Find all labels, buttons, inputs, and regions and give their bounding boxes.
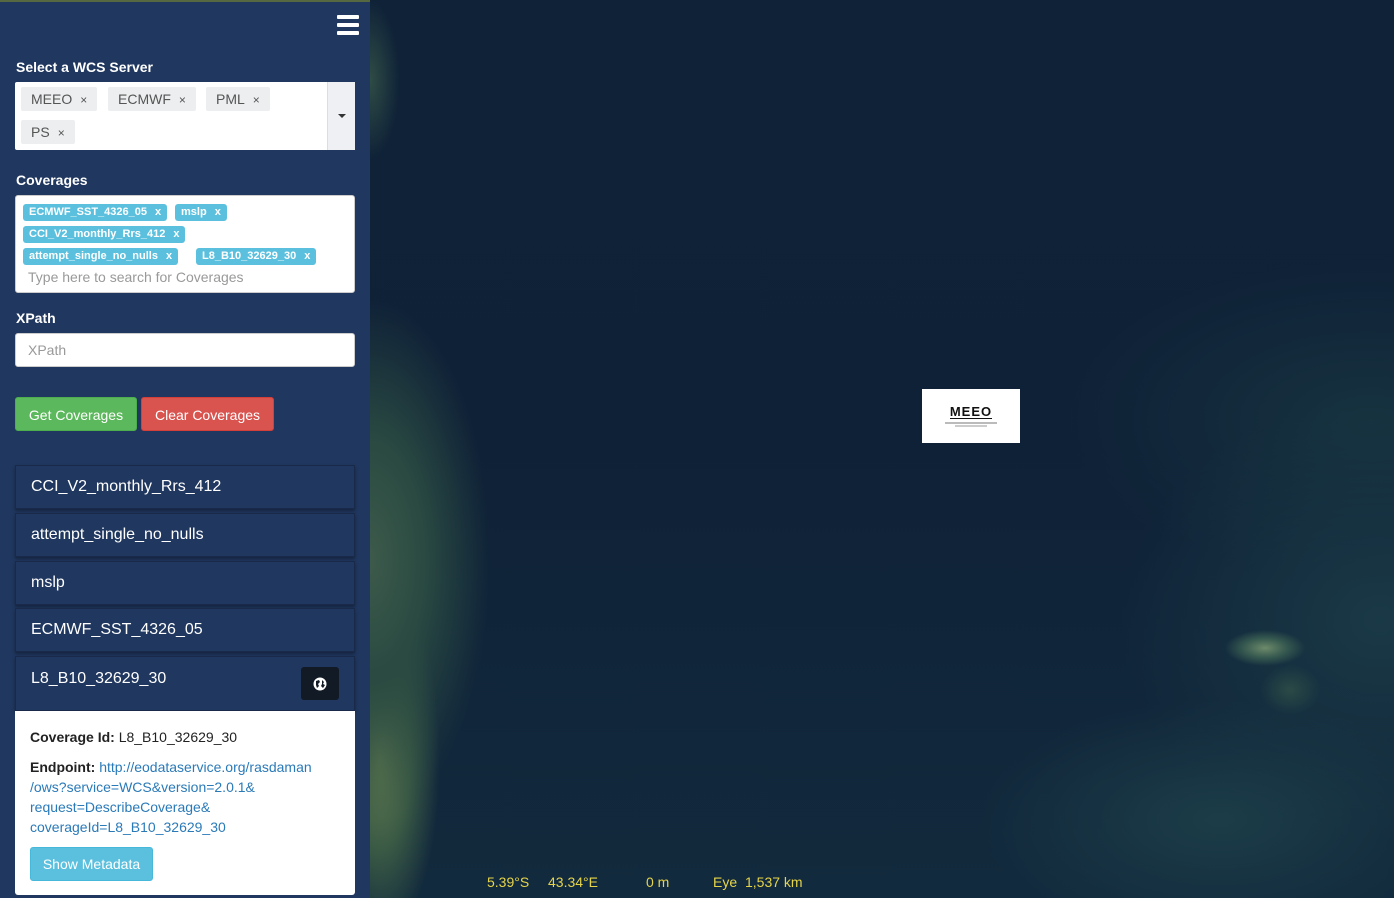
globe-map-view[interactable]: MEEO: [370, 0, 1394, 898]
coverage-chip-label: CCI_V2_monthly_Rrs_412: [29, 228, 166, 240]
remove-icon[interactable]: x: [166, 250, 172, 262]
endpoint-link-line[interactable]: /ows?service=WCS&version=2.0.1&: [30, 779, 255, 795]
remove-icon[interactable]: x: [304, 250, 310, 262]
coverage-search-input[interactable]: [28, 269, 328, 285]
remove-icon[interactable]: ×: [58, 126, 65, 140]
server-chip-label: PS: [31, 124, 50, 140]
coverage-chip-label: attempt_single_no_nulls: [29, 250, 158, 262]
status-latitude: 5.39°S: [487, 874, 530, 890]
coverage-list-item[interactable]: attempt_single_no_nulls: [15, 513, 355, 557]
coverages-label: Coverages: [16, 172, 88, 188]
remove-icon[interactable]: x: [215, 206, 221, 218]
status-elevation: 0 m: [646, 874, 670, 890]
coverage-list-item[interactable]: ECMWF_SST_4326_05: [15, 608, 355, 652]
endpoint-link-line[interactable]: http://eodataservice.org/rasdaman: [99, 759, 311, 775]
meeo-logo-text: MEEO: [949, 403, 993, 419]
coverage-chip-label: ECMWF_SST_4326_05: [29, 206, 147, 218]
remove-icon[interactable]: x: [173, 228, 179, 240]
remove-icon[interactable]: x: [155, 206, 161, 218]
server-chip-pml: PML ×: [206, 87, 270, 111]
wcs-server-select[interactable]: MEEO × ECMWF × PML × PS ×: [15, 82, 355, 150]
endpoint-row: Endpoint: http://eodataservice.org/rasda…: [30, 757, 330, 837]
caret-down-icon: [338, 114, 346, 118]
coverage-detail-panel: Coverage Id: L8_B10_32629_30 Endpoint: h…: [15, 711, 355, 895]
coverage-chip: CCI_V2_monthly_Rrs_412 x: [23, 226, 186, 243]
server-chip-ecmwf: ECMWF ×: [108, 87, 196, 111]
coverage-list-item[interactable]: CCI_V2_monthly_Rrs_412: [15, 465, 355, 509]
remove-icon[interactable]: ×: [179, 93, 186, 107]
coverage-chip-label: L8_B10_32629_30: [202, 250, 297, 262]
coverage-id-label: Coverage Id:: [30, 729, 115, 745]
server-chip-meeo: MEEO ×: [21, 87, 98, 111]
globe-icon[interactable]: [301, 667, 339, 700]
meeo-logo: MEEO: [922, 389, 1020, 443]
server-chip-label: MEEO: [31, 91, 73, 107]
coverage-id-value: L8_B10_32629_30: [118, 729, 238, 745]
hamburger-icon[interactable]: [337, 15, 359, 37]
server-chip-ps: PS ×: [21, 120, 75, 144]
server-chip-label: ECMWF: [118, 91, 171, 107]
remove-icon[interactable]: ×: [80, 93, 87, 107]
xpath-input[interactable]: [15, 333, 355, 367]
coverage-list-item[interactable]: mslp: [15, 561, 355, 605]
endpoint-link-line[interactable]: request=DescribeCoverage&: [30, 799, 210, 815]
endpoint-link-line[interactable]: coverageId=L8_B10_32629_30: [30, 819, 226, 835]
dropdown-toggle[interactable]: [327, 82, 355, 150]
meeo-logo-tagline: [941, 421, 1001, 428]
coverage-chip: L8_B10_32629_30 x: [196, 248, 317, 265]
coverage-id-row: Coverage Id: L8_B10_32629_30: [30, 727, 237, 747]
sidebar-top-strip: [0, 0, 370, 2]
get-coverages-button[interactable]: Get Coverages: [15, 397, 137, 431]
clear-coverages-button[interactable]: Clear Coverages: [141, 397, 274, 431]
coverage-tag-input[interactable]: ECMWF_SST_4326_05 x mslp x CCI_V2_monthly_…: [15, 195, 355, 293]
sidebar-panel: Select a WCS Server MEEO × ECMWF × PML × PS…: [0, 0, 370, 898]
coverage-chip: mslp x: [175, 204, 227, 221]
server-chip-label: PML: [216, 91, 245, 107]
coverage-chip: ECMWF_SST_4326_05 x: [23, 204, 168, 221]
status-eye-value: 1,537 km: [745, 874, 803, 890]
xpath-label: XPath: [16, 310, 56, 326]
status-eye-label: Eye: [713, 874, 738, 890]
status-longitude: 43.34°E: [548, 874, 598, 890]
endpoint-label: Endpoint:: [30, 759, 96, 775]
remove-icon[interactable]: ×: [253, 93, 260, 107]
show-metadata-button[interactable]: Show Metadata: [30, 847, 153, 881]
coverage-chip-label: mslp: [181, 206, 207, 218]
server-select-label: Select a WCS Server: [16, 59, 153, 75]
coverage-chip: attempt_single_no_nulls x: [23, 248, 179, 265]
globe-icon-graphic: [313, 677, 327, 690]
